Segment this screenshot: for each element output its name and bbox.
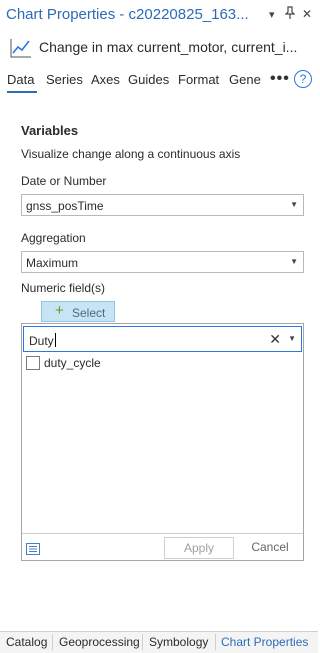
bottom-tab-bar: Catalog Geoprocessing Symbology Chart Pr… <box>0 631 318 653</box>
date-number-value: gnss_posTime <box>26 199 104 213</box>
tab-divider <box>142 634 143 650</box>
variables-description: Visualize change along a continuous axis <box>21 147 241 161</box>
tab-symbology[interactable]: Symbology <box>149 635 208 649</box>
chevron-down-icon: ▼ <box>290 200 298 209</box>
help-icon[interactable]: ? <box>294 70 312 88</box>
apply-button[interactable]: Apply <box>164 537 234 559</box>
aggregation-dropdown[interactable]: Maximum ▼ <box>21 251 304 273</box>
tab-series[interactable]: Series <box>46 72 83 87</box>
chart-title: Change in max current_motor, current_i..… <box>39 39 298 55</box>
chevron-down-icon[interactable]: ▼ <box>288 334 296 343</box>
more-tabs-icon[interactable]: ••• <box>270 70 290 88</box>
line-chart-icon <box>10 38 32 58</box>
cancel-button[interactable]: Cancel <box>242 537 298 559</box>
date-number-label: Date or Number <box>21 174 107 188</box>
tab-data[interactable]: Data <box>7 72 34 87</box>
duty-cycle-checkbox[interactable] <box>26 356 40 370</box>
tab-axes[interactable]: Axes <box>91 72 120 87</box>
chevron-down-icon[interactable]: ▾ <box>269 8 275 21</box>
field-option-label: duty_cycle <box>44 356 101 370</box>
text-cursor <box>54 333 56 347</box>
divider <box>22 533 303 534</box>
field-search-input[interactable]: Duty ✕ ▼ <box>23 326 302 352</box>
tab-divider <box>215 634 216 650</box>
chevron-down-icon: ▼ <box>290 257 298 266</box>
aggregation-label: Aggregation <box>21 231 86 245</box>
select-fields-button[interactable]: + Select <box>41 301 115 322</box>
title-bar: Chart Properties - c20220825_163... ▾ ✕ <box>0 0 318 30</box>
aggregation-value: Maximum <box>26 256 79 270</box>
tab-format[interactable]: Format <box>178 72 219 87</box>
date-number-dropdown[interactable]: gnss_posTime ▼ <box>21 194 304 216</box>
tab-guides[interactable]: Guides <box>128 72 169 87</box>
list-item[interactable]: duty_cycle <box>23 354 302 372</box>
close-icon[interactable]: ✕ <box>302 7 312 21</box>
list-view-icon[interactable] <box>26 542 40 555</box>
numeric-fields-label: Numeric field(s) <box>21 281 106 295</box>
clear-icon[interactable]: ✕ <box>269 331 281 348</box>
tab-catalog[interactable]: Catalog <box>6 635 47 649</box>
pin-icon[interactable] <box>284 6 296 25</box>
select-button-label: Select <box>72 306 106 320</box>
window-title: Chart Properties - c20220825_163... <box>6 6 249 23</box>
tab-general[interactable]: Gene <box>229 72 261 87</box>
tab-chart-properties[interactable]: Chart Properties <box>221 635 308 649</box>
tab-divider <box>52 634 53 650</box>
plus-icon: + <box>55 302 64 319</box>
active-tab-indicator <box>7 91 37 93</box>
tab-geoprocessing[interactable]: Geoprocessing <box>59 635 140 649</box>
field-search-value: Duty <box>29 334 54 348</box>
variables-heading: Variables <box>21 123 79 138</box>
